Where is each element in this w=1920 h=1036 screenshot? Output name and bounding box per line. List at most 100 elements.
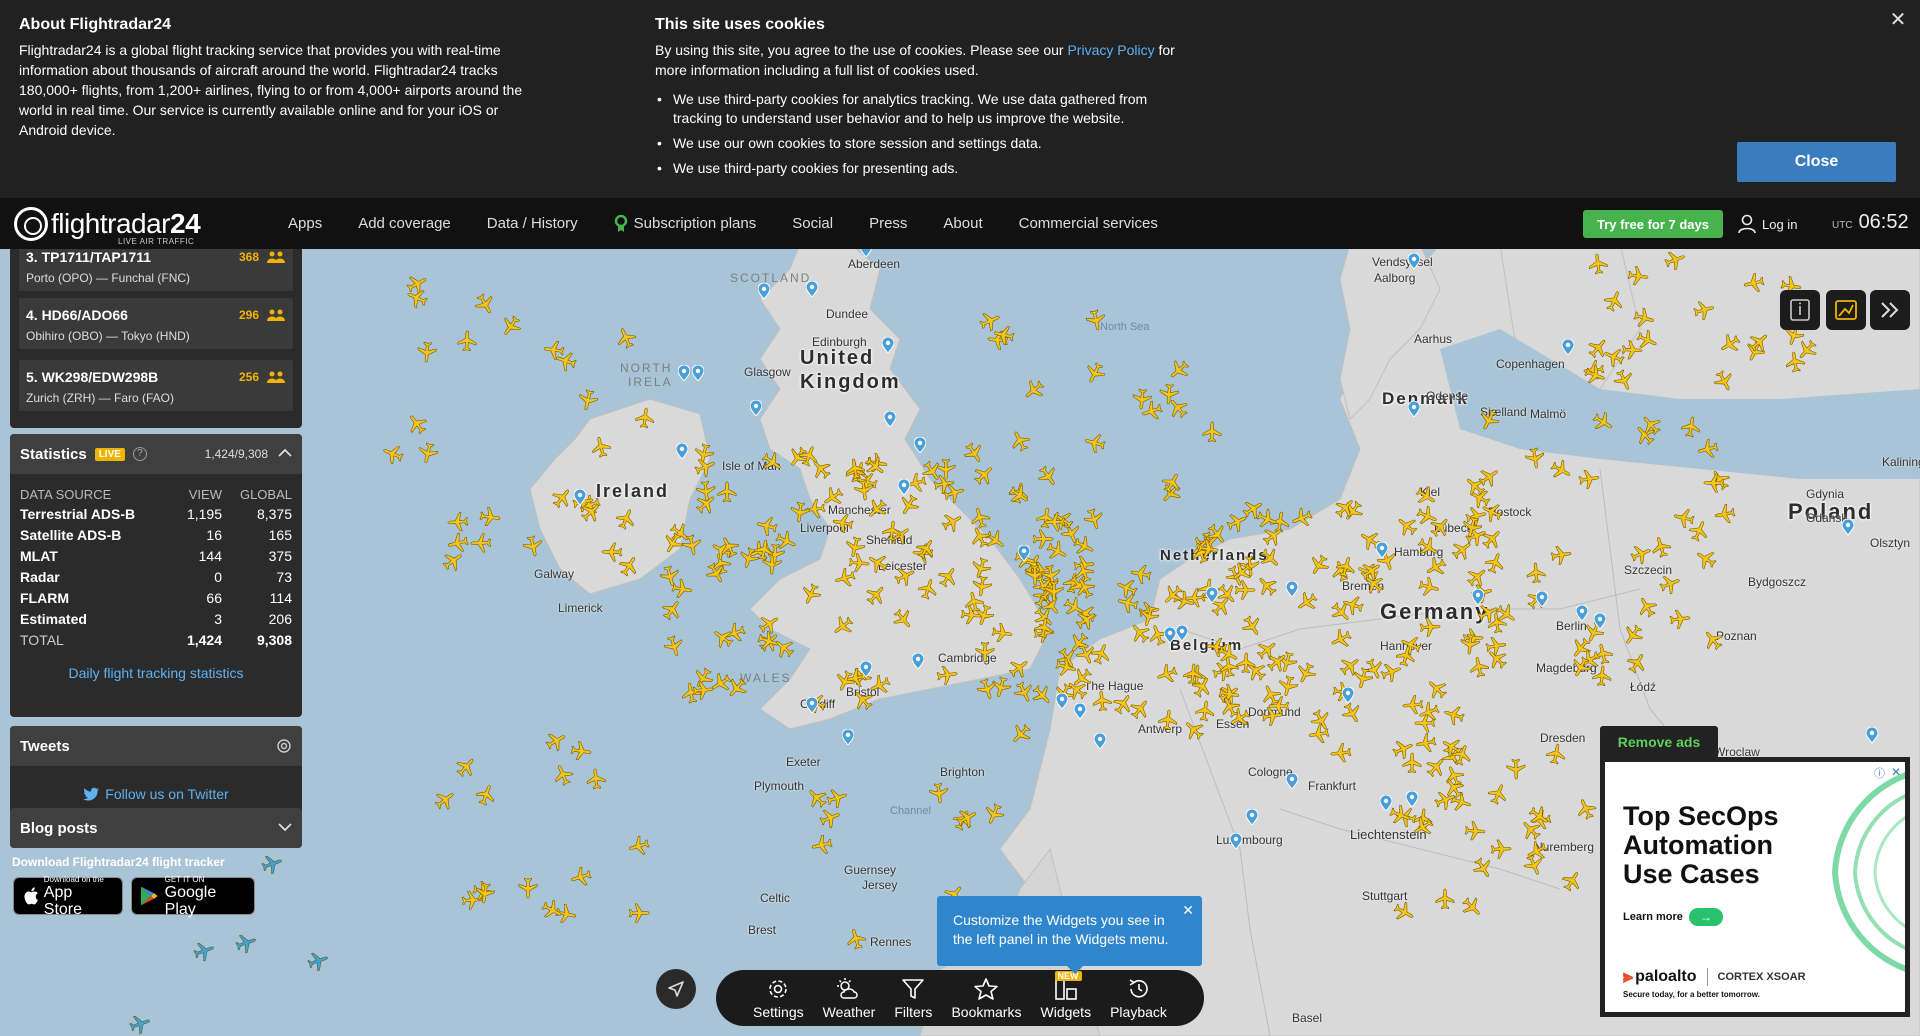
aircraft-icon[interactable]	[522, 535, 544, 557]
aircraft-icon[interactable]	[1130, 563, 1152, 585]
aircraft-icon[interactable]	[1091, 690, 1113, 712]
aircraft-icon[interactable]	[1434, 888, 1456, 910]
aircraft-icon[interactable]	[1256, 575, 1278, 597]
airport-marker-icon[interactable]	[1407, 252, 1421, 270]
aircraft-icon[interactable]	[1714, 503, 1736, 525]
aircraft-icon[interactable]	[1505, 758, 1527, 780]
aircraft-icon[interactable]	[1083, 508, 1105, 530]
advertisement[interactable]: ⓘ ✕ Top SecOps Automation Use Cases Lear…	[1600, 757, 1910, 1017]
aircraft-icon[interactable]	[973, 464, 995, 486]
aircraft-icon[interactable]	[661, 599, 683, 621]
aircraft-icon[interactable]	[1486, 648, 1508, 670]
aircraft-icon[interactable]	[1112, 693, 1134, 715]
airport-marker-icon[interactable]	[757, 282, 771, 300]
aircraft-icon[interactable]	[1277, 675, 1299, 697]
aircraft-icon[interactable]	[1335, 556, 1357, 578]
aircraft-icon[interactable]	[705, 562, 727, 584]
aircraft-icon[interactable]	[936, 664, 958, 686]
google-play-button[interactable]: GET IT ON Google Play	[131, 875, 255, 918]
aircraft-icon[interactable]	[474, 293, 496, 315]
aircraft-icon[interactable]	[853, 479, 875, 501]
airport-marker-icon[interactable]	[677, 364, 691, 382]
airport-marker-icon[interactable]	[1379, 794, 1393, 812]
aircraft-icon[interactable]	[1697, 438, 1719, 460]
aircraft-icon[interactable]	[865, 584, 887, 606]
airport-marker-icon[interactable]	[841, 728, 855, 746]
airport-marker-icon[interactable]	[1093, 732, 1107, 750]
logo[interactable]: flightradar24 LIVE AIR TRAFFIC	[14, 204, 201, 246]
expand-panel-button[interactable]	[1870, 290, 1910, 330]
aircraft-icon[interactable]	[1640, 414, 1662, 436]
aircraft-icon[interactable]	[844, 458, 866, 480]
aircraft-icon[interactable]	[726, 677, 748, 699]
aircraft-icon[interactable]	[800, 582, 822, 605]
airport-marker-icon[interactable]	[1535, 590, 1549, 608]
aircraft-icon[interactable]	[1495, 603, 1517, 625]
aircraft-icon[interactable]	[834, 567, 856, 589]
aircraft-icon[interactable]	[753, 539, 775, 561]
aircraft-icon[interactable]	[1464, 820, 1486, 842]
aircraft-icon[interactable]	[1183, 719, 1205, 741]
nav-subscription-plans[interactable]: Subscription plans	[614, 214, 756, 233]
nav-social[interactable]: Social	[792, 215, 833, 232]
aircraft-icon[interactable]	[1550, 459, 1572, 481]
aircraft-icon[interactable]	[1592, 411, 1614, 433]
aircraft-icon[interactable]	[1603, 290, 1625, 312]
aircraft-icon[interactable]	[1520, 819, 1542, 841]
chevron-up-icon[interactable]	[278, 448, 292, 458]
aircraft-icon[interactable]	[1550, 544, 1572, 566]
login-button[interactable]: Log in	[1738, 210, 1797, 238]
aircraft-icon[interactable]	[659, 564, 681, 587]
aircraft-icon[interactable]	[819, 807, 841, 829]
most-tracked-flight[interactable]: 4. HD66/ADO66 Obihiro (OBO) — Tokyo (HND…	[18, 297, 294, 350]
aircraft-icon[interactable]	[1461, 516, 1483, 538]
aircraft-icon[interactable]	[517, 877, 539, 899]
aircraft-icon[interactable]	[1603, 346, 1625, 368]
airport-marker-icon[interactable]	[1175, 624, 1189, 642]
aircraft-icon[interactable]	[307, 950, 329, 972]
aircraft-icon[interactable]	[1342, 594, 1364, 616]
airport-marker-icon[interactable]	[1593, 612, 1607, 630]
airport-marker-icon[interactable]	[860, 249, 872, 258]
aircraft-icon[interactable]	[956, 807, 978, 829]
aircraft-icon[interactable]	[1525, 562, 1547, 584]
aircraft-icon[interactable]	[716, 481, 738, 503]
app-store-button[interactable]: Download on the App Store	[13, 875, 123, 918]
aircraft-icon[interactable]	[993, 324, 1015, 346]
ad-info-icon[interactable]: ⓘ	[1874, 765, 1885, 781]
aircraft-icon[interactable]	[417, 442, 439, 464]
aircraft-icon[interactable]	[1157, 709, 1179, 731]
aircraft-icon[interactable]	[416, 341, 438, 363]
aircraft-icon[interactable]	[590, 436, 612, 458]
aircraft-icon[interactable]	[943, 482, 965, 504]
aircraft-icon[interactable]	[1412, 816, 1434, 838]
aircraft-icon[interactable]	[475, 784, 497, 807]
aircraft-icon[interactable]	[1352, 667, 1374, 689]
aircraft-icon[interactable]	[1161, 472, 1183, 494]
aircraft-icon[interactable]	[455, 756, 477, 778]
aircraft-icon[interactable]	[1719, 333, 1741, 355]
aircraft-icon[interactable]	[1743, 272, 1765, 294]
aircraft-icon[interactable]	[551, 487, 573, 509]
aircraft-icon[interactable]	[1459, 633, 1481, 655]
chevron-down-icon[interactable]	[278, 822, 292, 832]
aircraft-icon[interactable]	[712, 627, 734, 649]
aircraft-icon[interactable]	[775, 530, 797, 552]
aircraft-icon[interactable]	[1023, 379, 1045, 401]
locate-me-button[interactable]	[656, 969, 696, 1009]
aircraft-icon[interactable]	[447, 532, 469, 554]
aircraft-icon[interactable]	[834, 670, 856, 692]
aircraft-icon[interactable]	[628, 835, 650, 857]
aircraft-icon[interactable]	[1068, 632, 1090, 654]
aircraft-icon[interactable]	[915, 538, 937, 560]
aircraft-icon[interactable]	[570, 740, 592, 762]
aircraft-icon[interactable]	[1241, 615, 1263, 637]
aircraft-icon[interactable]	[1008, 484, 1030, 506]
aircraft-icon[interactable]	[1570, 655, 1592, 678]
aircraft-icon[interactable]	[1084, 362, 1106, 384]
airport-marker-icon[interactable]	[1865, 726, 1879, 744]
aircraft-icon[interactable]	[811, 834, 834, 856]
aircraft-icon[interactable]	[456, 330, 478, 352]
daily-statistics-link[interactable]: Daily flight tracking statistics	[10, 665, 302, 681]
aircraft-icon[interactable]	[479, 506, 501, 528]
